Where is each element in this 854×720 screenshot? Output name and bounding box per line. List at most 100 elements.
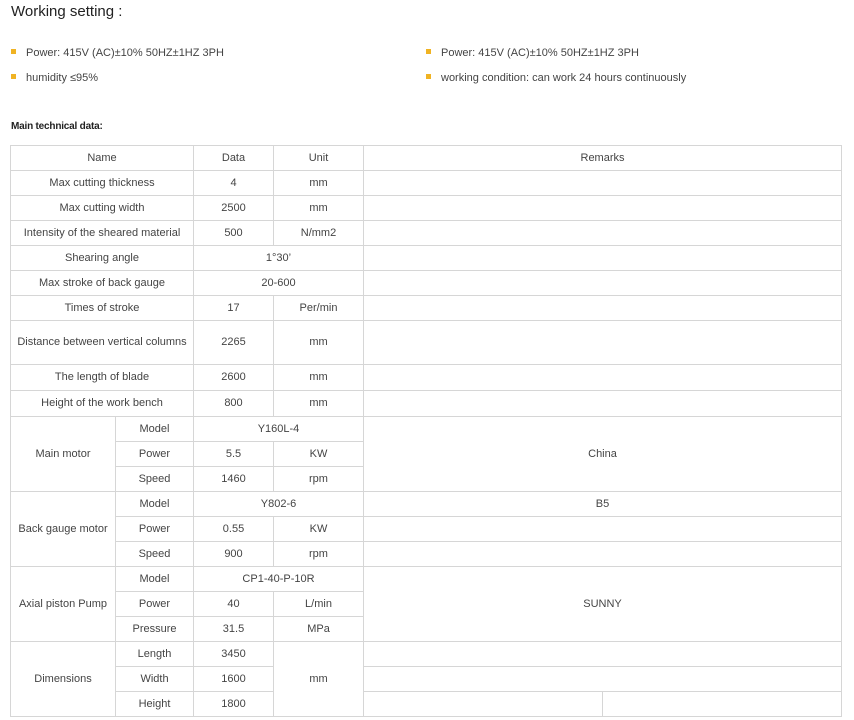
row-remarks [362,295,843,321]
main-technical-data-title: Main technical data: [11,121,103,132]
sub-label: Model [115,566,194,592]
row-unit: mm [273,390,364,417]
row-data: CP1-40-P-10R [193,566,364,592]
row-data: 500 [193,220,274,246]
bullet-text: humidity ≤95% [26,72,99,84]
row-unit: rpm [273,541,364,567]
sub-label: Width [115,666,194,692]
bullet-power-left: Power: 415V (AC)±10% 50HZ±1HZ 3PH [11,47,224,59]
row-name: Distance between vertical columns [10,320,194,365]
row-data: 40 [193,591,274,617]
row-data: 0.55 [193,516,274,542]
row-name: The length of blade [10,364,194,391]
row-remarks [362,270,843,296]
table-header-row: Name Data Unit Remarks [10,145,843,171]
table-row: Height 1800 [11,691,843,717]
row-name: Height of the work bench [10,390,194,417]
row-data: 1800 [193,691,274,717]
remark-sunny: SUNNY [362,566,843,642]
row-remarks [362,390,843,417]
table-row: Max stroke of back gauge 20-600 [10,270,843,296]
table-row: Power 0.55 KW [11,516,843,542]
sub-label: Power [115,591,194,617]
table-row: Times of stroke 17 Per/min [10,295,843,321]
table-row: Speed 900 rpm [11,541,843,567]
row-unit: mm [273,364,364,391]
header-data: Data [193,145,274,171]
bullet-text: working condition: can work 24 hours con… [441,72,687,84]
remark-china: China [362,416,843,492]
bullet-square-icon [11,48,16,54]
table-row: The length of blade 2600 mm [10,364,843,391]
table-row: Max cutting width 2500 mm [10,195,843,221]
table-row: Main motor Model Y160L-4 China [10,416,843,492]
row-data: 17 [193,295,274,321]
bullet-text: Power: 415V (AC)±10% 50HZ±1HZ 3PH [26,47,224,59]
row-unit: KW [273,441,364,467]
row-data: 1600 [193,666,274,692]
bullet-power-right: Power: 415V (AC)±10% 50HZ±1HZ 3PH [426,47,639,59]
row-remarks [601,691,843,717]
remark-b5: B5 [362,491,843,517]
row-unit: mm [273,170,364,196]
row-unit: mm [273,195,364,221]
table-row: Intensity of the sheared material 500 N/… [10,220,843,246]
row-unit: MPa [273,616,364,642]
row-remarks [362,245,843,271]
row-data: 5.5 [193,441,274,467]
table-row: Distance between vertical columns 2265 m… [10,320,843,365]
row-name: Times of stroke [10,295,194,321]
row-unit: mm [273,320,364,365]
group-axial-piston-pump: Axial piston Pump [10,566,116,642]
row-data: 31.5 [193,616,274,642]
row-remarks [362,195,843,221]
row-unit: KW [273,516,364,542]
row-name: Intensity of the sheared material [10,220,194,246]
sub-label: Height [115,691,194,717]
header-remarks: Remarks [362,145,843,171]
row-name: Max stroke of back gauge [10,270,194,296]
sub-label: Power [115,516,194,542]
row-data: 3450 [193,641,274,667]
table-row: Height of the work bench 800 mm [10,390,843,417]
row-data: 1460 [193,466,274,492]
working-setting-title: Working setting : [11,3,123,20]
sub-label: Model [115,416,194,442]
row-data: 2265 [193,320,274,365]
row-unit: Per/min [273,295,364,321]
row-unit: rpm [273,466,364,492]
sub-label: Pressure [115,616,194,642]
bullet-square-icon [426,48,431,54]
row-name: Shearing angle [10,245,194,271]
sub-label: Power [115,441,194,467]
row-remarks [362,220,843,246]
sub-label: Speed [115,466,194,492]
row-data: 900 [193,541,274,567]
header-unit: Unit [273,145,364,171]
row-remarks [362,516,843,542]
row-data: 2600 [193,364,274,391]
row-data: 4 [193,170,274,196]
sub-label: Model [115,491,194,517]
row-remarks [362,541,843,567]
bullet-working-condition: working condition: can work 24 hours con… [426,72,686,84]
row-remarks [362,641,843,667]
sub-label: Speed [115,541,194,567]
row-data: 20-600 [193,270,364,296]
header-name: Name [10,145,194,171]
table-row: Axial piston Pump Model CP1-40-P-10R SUN… [10,566,843,642]
group-dimensions: Dimensions [10,641,116,717]
row-data: Y802-6 [193,491,364,517]
table-row: Dimensions Length 3450 mm [10,641,843,717]
technical-data-table: Name Data Unit Remarks Max cutting thick… [10,145,843,717]
row-data: 1°30’ [193,245,364,271]
row-remarks [362,170,843,196]
group-back-gauge-motor: Back gauge motor [10,491,116,567]
bullet-square-icon [11,73,16,79]
table-row: Shearing angle 1°30’ [10,245,843,271]
row-name: Max cutting width [10,195,194,221]
sub-label: Length [115,641,194,667]
row-data: 800 [193,390,274,417]
group-main-motor: Main motor [10,416,116,492]
row-data: 2500 [193,195,274,221]
